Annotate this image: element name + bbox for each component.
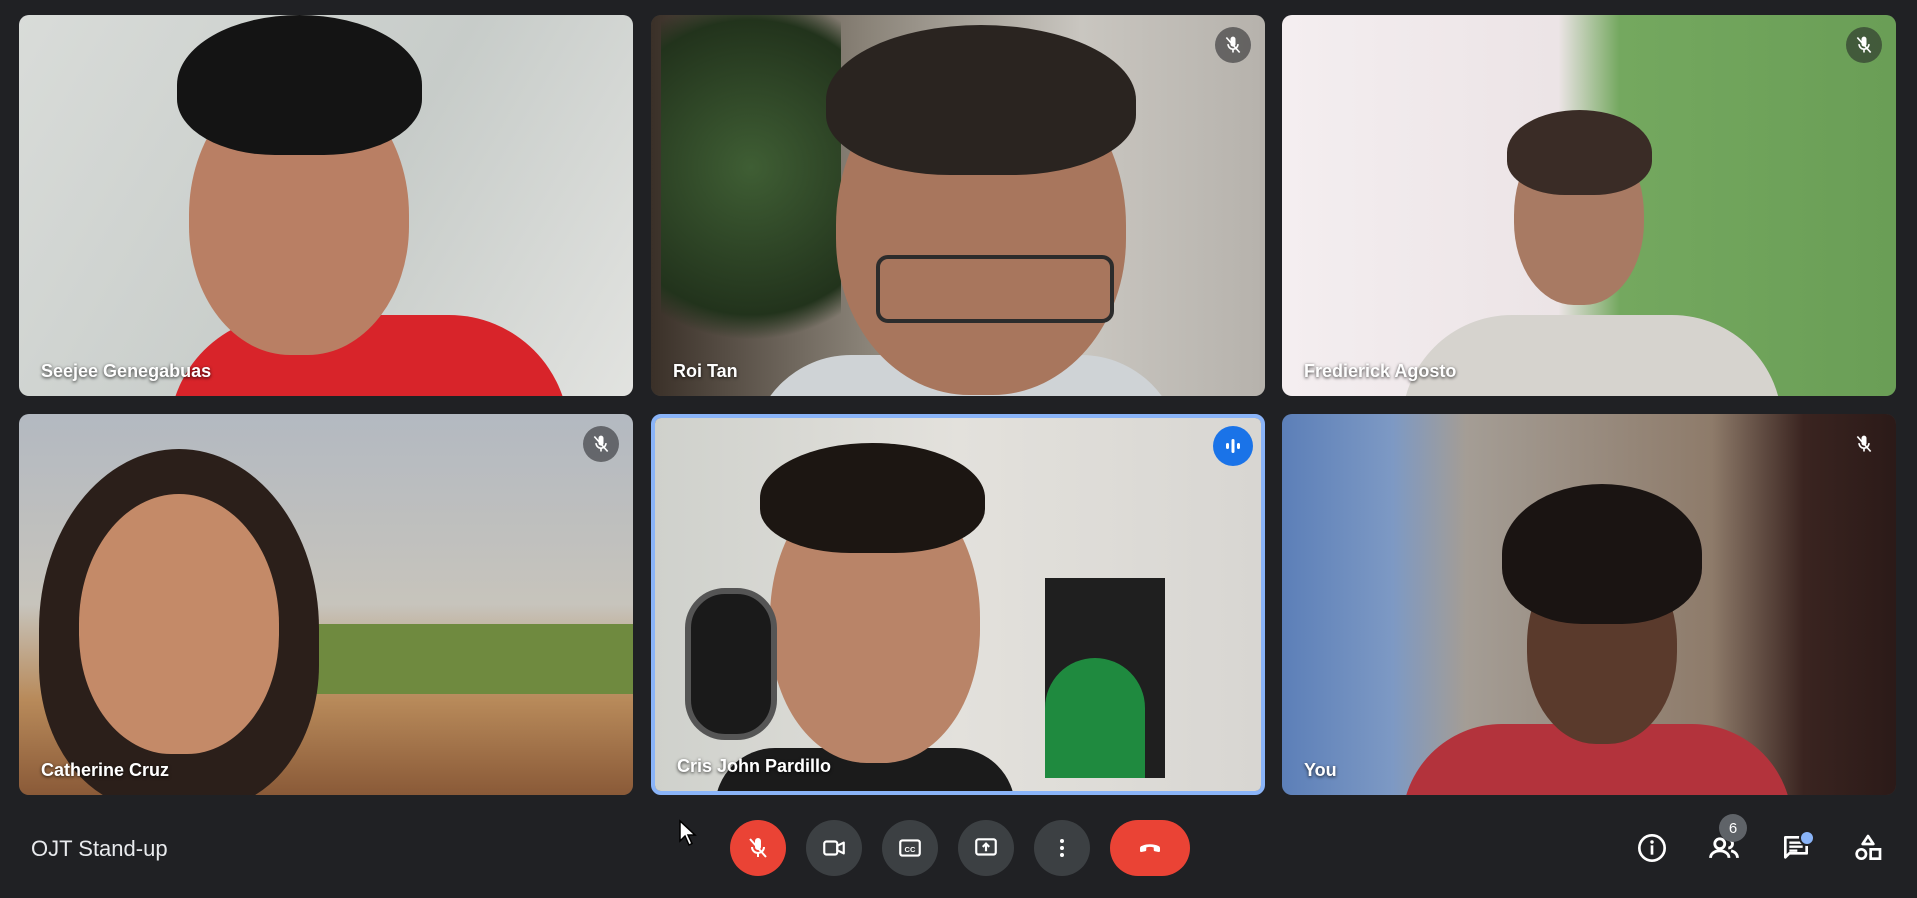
participant-name: Catherine Cruz: [41, 760, 170, 780]
mic-muted-indicator: [1846, 426, 1882, 462]
participant-count-badge: 6: [1719, 814, 1747, 842]
speaking-indicator: [1213, 426, 1253, 466]
call-controls: CC: [730, 820, 1190, 876]
side-controls: 6: [1627, 814, 1893, 876]
video-feed-shape: [876, 255, 1114, 323]
video-grid: Seejee Genegabuas Roi Tan Fredierick Ago…: [19, 15, 1896, 795]
info-icon: [1638, 834, 1666, 862]
video-feed-shape: [1507, 110, 1652, 195]
video-feed-shape: [661, 15, 841, 396]
mic-muted-indicator: [583, 426, 619, 462]
participant-tile[interactable]: You: [1282, 414, 1896, 795]
video-feed-shape: [1502, 484, 1702, 624]
video-feed-shape: [760, 443, 985, 553]
camera-toggle-button[interactable]: [806, 820, 862, 876]
mic-toggle-button[interactable]: [730, 820, 786, 876]
participant-name: Seejee Genegabuas: [41, 361, 212, 381]
hang-up-icon: [1140, 844, 1160, 853]
captions-button[interactable]: CC: [882, 820, 938, 876]
mic-off-icon: [593, 435, 609, 453]
closed-captions-icon: CC: [899, 839, 921, 857]
mic-off-icon: [749, 838, 767, 858]
video-feed-shape: [79, 494, 279, 754]
unread-indicator: [1799, 830, 1815, 846]
participant-name: You: [1304, 760, 1337, 780]
video-feed-shape: [826, 25, 1136, 175]
more-vert-icon: [1060, 839, 1064, 857]
mic-off-icon: [1225, 36, 1241, 54]
mic-off-icon: [1856, 435, 1872, 453]
meeting-title: OJT Stand-up: [31, 836, 168, 861]
chat-button[interactable]: [1771, 820, 1821, 876]
participant-tile[interactable]: Fredierick Agosto: [1282, 15, 1896, 396]
leave-call-button[interactable]: [1110, 820, 1190, 876]
svg-text:CC: CC: [905, 845, 916, 854]
mic-muted-indicator: [1846, 27, 1882, 63]
video-feed-shape: [1045, 658, 1145, 778]
mouse-cursor-icon: [679, 819, 697, 847]
present-now-button[interactable]: [958, 820, 1014, 876]
camera-icon: [823, 840, 845, 856]
participant-tile[interactable]: Catherine Cruz: [19, 414, 633, 795]
bottom-toolbar: OJT Stand-up CC 6: [0, 800, 1917, 898]
present-screen-icon: [975, 838, 997, 856]
participant-name: Fredierick Agosto: [1304, 361, 1457, 381]
audio-wave-icon: [1226, 439, 1240, 453]
meeting-details-button[interactable]: [1627, 820, 1677, 876]
participant-tile[interactable]: Seejee Genegabuas: [19, 15, 633, 396]
video-feed-shape: [177, 15, 422, 155]
mic-muted-indicator: [1215, 27, 1251, 63]
video-feed-shape: [685, 588, 777, 740]
activities-icon: [1855, 834, 1882, 860]
participant-name: Roi Tan: [673, 361, 738, 381]
activities-button[interactable]: [1843, 820, 1893, 876]
participant-tile[interactable]: Roi Tan: [651, 15, 1265, 396]
participant-tile-active-speaker[interactable]: Cris John Pardillo: [651, 414, 1265, 795]
mic-off-icon: [1856, 36, 1872, 54]
participants-button[interactable]: 6: [1699, 814, 1749, 876]
participant-name: Cris John Pardillo: [677, 756, 832, 776]
more-options-button[interactable]: [1034, 820, 1090, 876]
